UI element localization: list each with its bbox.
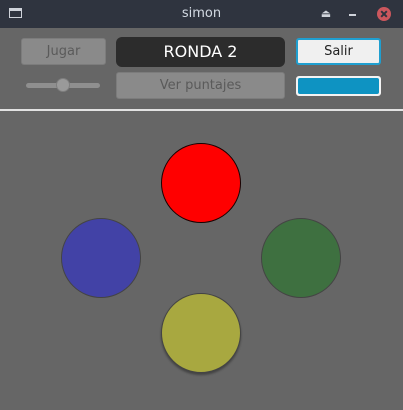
red-pad[interactable] [161,143,241,223]
window-title: simon [181,6,222,21]
separator [0,109,403,111]
progress-fill [298,78,379,94]
green-pad[interactable] [261,218,341,298]
play-button[interactable]: Jugar [21,38,106,65]
progress-bar [296,76,381,96]
round-label: RONDA 2 [116,37,285,67]
minimize-icon[interactable] [345,6,361,22]
close-icon[interactable] [377,7,391,21]
yellow-pad[interactable] [161,293,241,373]
exit-button[interactable]: Salir [296,38,381,65]
slider-thumb[interactable] [56,78,70,92]
eject-icon[interactable]: ⏏ [318,6,334,22]
view-scores-button[interactable]: Ver puntajes [116,72,285,99]
volume-slider[interactable] [26,78,100,94]
simon-window: simon ⏏ Jugar RONDA 2 Salir Ver puntajes [0,0,403,410]
title-bar: simon ⏏ [0,0,403,28]
blue-pad[interactable] [61,218,141,298]
